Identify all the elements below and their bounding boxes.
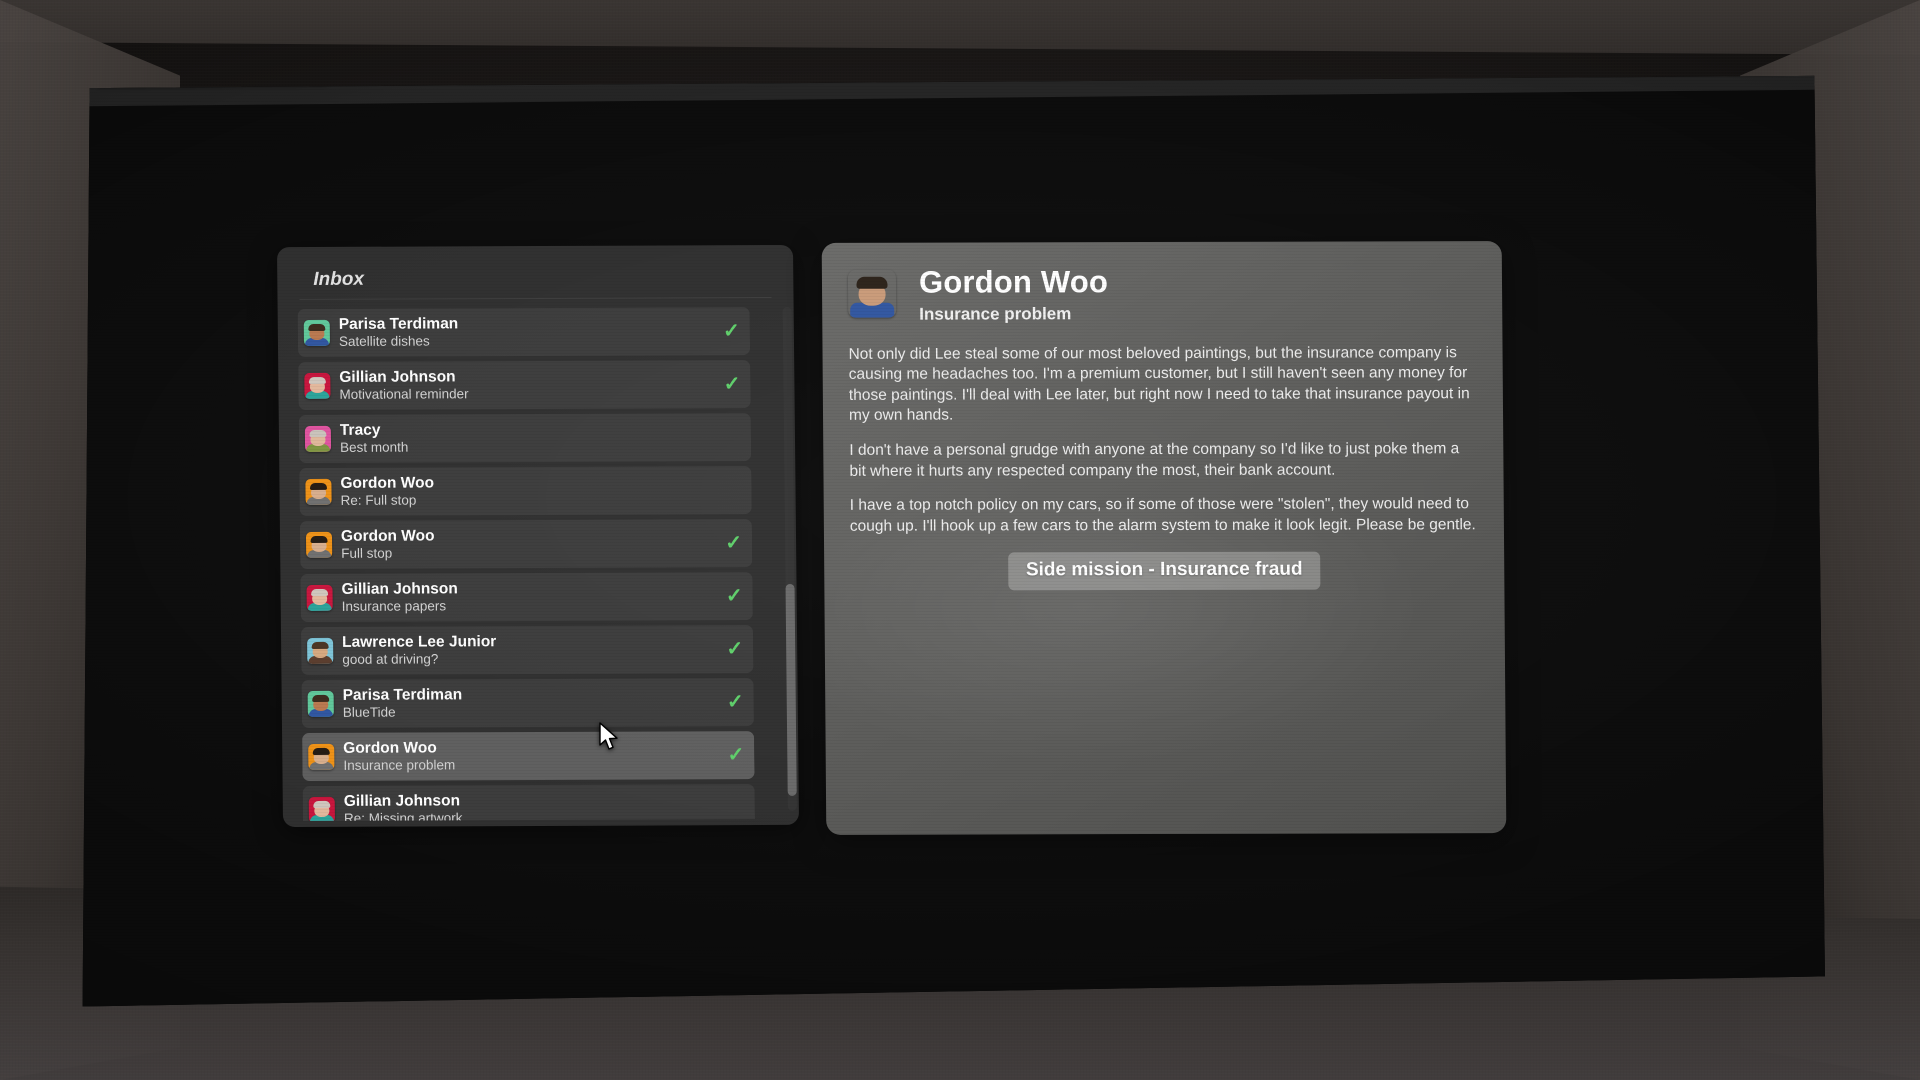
read-check-icon: ✓	[725, 532, 743, 555]
message-header: Gordon Woo Insurance problem	[848, 264, 1476, 324]
inbox-message-row[interactable]: Gillian Johnson Insurance papers ✓	[300, 572, 753, 623]
inbox-message-text: Gordon Woo Insurance problem	[343, 739, 722, 773]
inbox-message-subject: Insurance papers	[341, 597, 447, 614]
inbox-message-sender: Gordon Woo	[340, 474, 435, 493]
inbox-message-text: Lawrence Lee Junior good at driving?	[342, 633, 721, 666]
read-check-icon: ✓	[726, 691, 744, 714]
inbox-message-row[interactable]: TracyBest month✓	[298, 413, 752, 464]
message-body: Not only did Lee steal some of our most …	[848, 343, 1478, 538]
game-screen: Score209 Virtuoso Messages Missions Tool…	[82, 75, 1825, 1007]
inbox-message-row[interactable]: Gillian JohnsonRe: Missing artwork✓	[302, 784, 755, 822]
avatar	[308, 796, 335, 822]
inbox-message-subject: Best month	[339, 439, 409, 455]
inbox-message-subject: Satellite dishes	[338, 333, 430, 349]
inbox-message-sender: Parisa Terdiman	[342, 686, 463, 705]
inbox-message-row[interactable]: Gillian Johnson Motivational reminder ✓	[298, 360, 751, 411]
message-paragraph: I don't have a personal grudge with anyo…	[849, 440, 1460, 480]
inbox-message-text: Gillian Johnson Motivational reminder	[339, 368, 718, 402]
inbox-message-text: Gordon Woo Full stop	[340, 527, 720, 561]
inbox-message-row[interactable]: Lawrence Lee Junior good at driving? ✓	[300, 625, 754, 676]
inbox-message-subject: Insurance problem	[343, 756, 456, 773]
monitor-frame: Score209 Virtuoso Messages Missions Tool…	[82, 75, 1825, 1007]
inbox-message-text: Gillian Johnson Insurance papers	[341, 580, 720, 614]
inbox-message-subject: good at driving?	[342, 650, 439, 667]
avatar	[848, 270, 896, 318]
inbox-message-text: Gordon Woo Re: Full stop	[340, 474, 719, 508]
avatar	[308, 743, 335, 770]
inbox-title: Inbox	[298, 244, 772, 301]
inbox-message-row[interactable]: Parisa Terdiman BlueTide ✓	[301, 678, 755, 729]
inbox-message-text: Tracy Best month	[340, 421, 719, 454]
read-check-icon: ✓	[723, 373, 741, 396]
inbox-scrollbar-track[interactable]	[782, 306, 797, 811]
avatar	[306, 584, 333, 612]
message-reading-pane: Gordon Woo Insurance problem Not only di…	[821, 241, 1507, 835]
avatar	[307, 690, 334, 718]
avatar	[305, 478, 332, 506]
side-mission-button[interactable]: Side mission - Insurance fraud	[1007, 552, 1321, 591]
inbox-panel: Inbox Parisa Terdiman Satellite dishes ✓ Gi…	[276, 244, 800, 828]
inbox-message-sender: Gordon Woo	[340, 527, 435, 546]
message-paragraph: I have a top notch policy on my cars, so…	[849, 495, 1476, 535]
inbox-message-sender: Lawrence Lee Junior	[342, 633, 497, 652]
inbox-message-subject: Re: Full stop	[340, 492, 417, 508]
inbox-message-row[interactable]: Gordon Woo Full stop ✓	[299, 519, 753, 570]
messages-app: Score209 Virtuoso Messages Missions Tool…	[82, 75, 1825, 1006]
inbox-message-subject: Full stop	[341, 545, 393, 561]
message-sender-name: Gordon Woo	[918, 264, 1109, 300]
inbox-message-sender: Gordon Woo	[343, 739, 437, 758]
inbox-message-text: Parisa Terdiman BlueTide	[342, 686, 722, 720]
avatar	[305, 531, 333, 559]
inbox-message-row[interactable]: Parisa Terdiman Satellite dishes ✓	[297, 307, 751, 358]
message-paragraph: Not only did Lee steal some of our most …	[848, 343, 1470, 425]
inbox-scrollbar-thumb[interactable]	[785, 584, 797, 796]
inbox-message-text: Gillian Johnson Re: Missing artwork	[344, 792, 723, 821]
read-check-icon: ✓	[722, 320, 740, 343]
message-subject: Insurance problem	[919, 303, 1072, 324]
inbox-message-list[interactable]: Parisa Terdiman Satellite dishes ✓ Gillian …	[297, 307, 755, 822]
avatar	[303, 319, 330, 347]
mission-button-wrap: Side mission - Insurance fraud	[850, 552, 1478, 592]
inbox-message-sender: Parisa Terdiman	[338, 315, 459, 334]
inbox-message-row[interactable]: Gordon WooRe: Full stop✓	[299, 466, 752, 517]
avatar	[304, 425, 332, 453]
inbox-message-row[interactable]: Gordon Woo Insurance problem ✓	[302, 731, 755, 782]
inbox-message-sender: Gillian Johnson	[343, 792, 461, 811]
avatar	[307, 637, 334, 665]
inbox-message-subject: Re: Missing artwork	[343, 809, 463, 822]
inbox-message-sender: Gillian Johnson	[341, 580, 458, 599]
avatar	[304, 372, 331, 400]
inbox-message-subject: BlueTide	[342, 704, 396, 720]
inbox-message-subject: Motivational reminder	[339, 385, 469, 402]
inbox-message-text: Parisa Terdiman Satellite dishes	[339, 316, 718, 349]
inbox-message-sender: Tracy	[339, 421, 381, 440]
read-check-icon: ✓	[725, 585, 743, 608]
read-check-icon: ✓	[726, 638, 744, 661]
read-check-icon: ✓	[727, 744, 745, 767]
inbox-message-sender: Gillian Johnson	[339, 368, 456, 387]
